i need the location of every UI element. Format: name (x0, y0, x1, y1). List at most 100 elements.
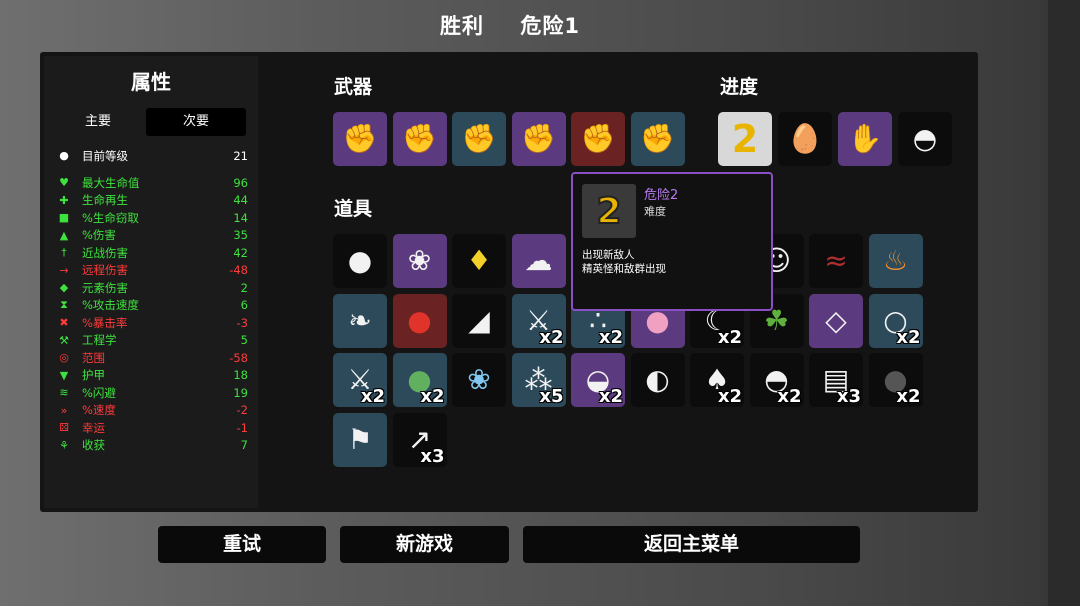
inventory-slot[interactable]: ● (333, 234, 387, 288)
stat-label: %速度 (82, 403, 116, 417)
harvest-icon: ⚘ (59, 438, 69, 452)
gem-icon: ◇ (825, 303, 847, 337)
inventory-slot[interactable]: ◓ x2 (749, 353, 804, 407)
danger-2-icon: 2 (582, 184, 636, 238)
fist-icon: ✊ (402, 122, 437, 155)
inventory-slot[interactable]: ♨ (868, 234, 923, 288)
duck-icon: ♦ (466, 244, 492, 277)
inventory-slot[interactable]: ❧ (333, 293, 387, 348)
stat-label: %攻击速度 (82, 298, 139, 312)
fist-icon: ✊ (640, 122, 675, 155)
inventory-slot[interactable]: ♠ x2 (690, 353, 744, 407)
elemental-icon: ◆ (59, 281, 69, 294)
stats-title: 属性 (131, 70, 171, 94)
stat-label: 工程学 (82, 333, 117, 347)
stat-value: 2 (240, 280, 248, 295)
inventory-slot[interactable]: ◢ (452, 293, 506, 348)
stat-value: -1 (236, 420, 248, 435)
danger-text: 危险1 (520, 14, 580, 38)
inventory-slot[interactable]: ◓ (898, 112, 952, 166)
dodge-icon: ≋ (59, 386, 69, 399)
item-quantity: x5 (539, 386, 564, 407)
inventory-slot[interactable]: ❀ (452, 353, 506, 407)
damage-icon: ▲ (59, 228, 69, 242)
stat-label: 远程伤害 (82, 263, 128, 277)
inventory-slot[interactable]: ⚔ x2 (333, 353, 387, 407)
inventory-slot[interactable]: ✊ (333, 112, 387, 166)
stat-label: %暴击率 (82, 315, 128, 330)
cake-icon: ◢ (468, 303, 490, 337)
stat-value: -2 (236, 403, 248, 417)
inventory-slot[interactable]: ≈ (809, 234, 863, 288)
level-value: 21 (233, 148, 248, 163)
stat-row: ■ %生命窃取 14 (56, 209, 248, 226)
stat-label: 范围 (82, 350, 105, 365)
inventory-slot[interactable]: ○ x2 (868, 293, 923, 348)
inventory-slot[interactable]: ⁂ x5 (511, 353, 566, 407)
egg-face-icon: ● (347, 244, 373, 277)
inventory-slot[interactable]: ✊ (571, 112, 625, 166)
inventory-slot[interactable]: ✋ (838, 112, 892, 166)
armor-icon: ▼ (59, 368, 69, 382)
inventory-slot[interactable]: ◒ x2 (571, 353, 625, 407)
progress-title: 进度 (720, 76, 759, 98)
stat-label: 最大生命值 (82, 175, 140, 190)
melee-icon: † (61, 246, 67, 259)
item-quantity: x3 (836, 386, 861, 407)
egg-character-icon: 🥚 (787, 122, 823, 155)
item-quantity: x2 (598, 386, 623, 407)
inventory-slot[interactable]: ↗ x3 (392, 412, 447, 467)
inventory-slot[interactable]: ☁ (511, 234, 566, 288)
tardigrade-icon: ❀ (407, 244, 432, 277)
inventory-slot[interactable]: ▤ x3 (809, 353, 863, 407)
engineering-icon: ⚒ (59, 333, 69, 347)
inventory-slot[interactable]: ⚑ (333, 412, 387, 467)
heart-icon: ♥ (59, 176, 69, 189)
stat-label: 近战伤害 (82, 245, 128, 260)
inventory-slot[interactable]: ✊ (392, 112, 447, 166)
item-quantity: x3 (420, 445, 445, 467)
inventory-slot[interactable]: ✊ (511, 112, 566, 166)
inventory-slot[interactable]: ● (392, 293, 447, 348)
item-quantity: x2 (360, 386, 385, 407)
new-game-button[interactable]: 新游戏 (340, 526, 509, 563)
inventory-slot[interactable]: ● x2 (392, 353, 447, 407)
inventory-slot[interactable]: ◇ (809, 293, 863, 348)
stat-label: 护甲 (82, 368, 105, 382)
inventory-slot[interactable]: ❀ (392, 234, 447, 288)
stat-value: 35 (233, 228, 248, 242)
inventory-slot[interactable]: ⚔ x2 (511, 293, 566, 348)
retry-button[interactable]: 重试 (158, 526, 326, 563)
speed-icon: » (60, 403, 68, 417)
tab-secondary[interactable]: 次要 (146, 108, 246, 136)
fist-icon: ✊ (342, 122, 378, 155)
inventory-slot[interactable]: ● x2 (868, 353, 923, 407)
item-quantity: x2 (777, 386, 802, 407)
stat-row: ⚘ 收获 7 (56, 437, 248, 454)
stat-row: ⚄ 幸运 -1 (56, 419, 248, 436)
tooltip-line-2: 精英怪和敌群出现 (582, 263, 666, 275)
inventory-slot[interactable]: ♦ (452, 234, 506, 288)
main-menu-button[interactable]: 返回主菜单 (523, 526, 860, 563)
stat-value: 19 (233, 385, 248, 400)
item-quantity: x2 (717, 326, 742, 348)
inventory-slot[interactable]: ✊ (630, 112, 685, 166)
inventory-slot[interactable]: 🥚 (778, 112, 832, 166)
stat-value: 6 (240, 298, 248, 312)
item-quantity: x2 (598, 326, 623, 348)
ghost-icon: ☁ (524, 244, 553, 277)
tab-primary[interactable]: 主要 (48, 108, 148, 136)
inventory-slot[interactable]: ◐ (630, 353, 685, 407)
attack-speed-icon: ⧗ (60, 298, 68, 311)
stat-row: → 远程伤害 -48 (56, 262, 248, 279)
stat-row: ⚒ 工程学 5 (56, 332, 248, 349)
stat-row: ▲ %伤害 35 (56, 227, 248, 244)
inventory-slot[interactable]: ✊ (452, 112, 506, 166)
right-edge-bar (1048, 0, 1080, 606)
inventory-slot[interactable]: 2 (718, 112, 772, 166)
result-text: 胜利 (440, 14, 485, 38)
tomato-icon: ● (407, 303, 432, 337)
stat-row: ◎ 范围 -58 (56, 349, 248, 366)
butterfly-icon: ❀ (467, 363, 491, 396)
stat-label: %伤害 (82, 228, 116, 242)
